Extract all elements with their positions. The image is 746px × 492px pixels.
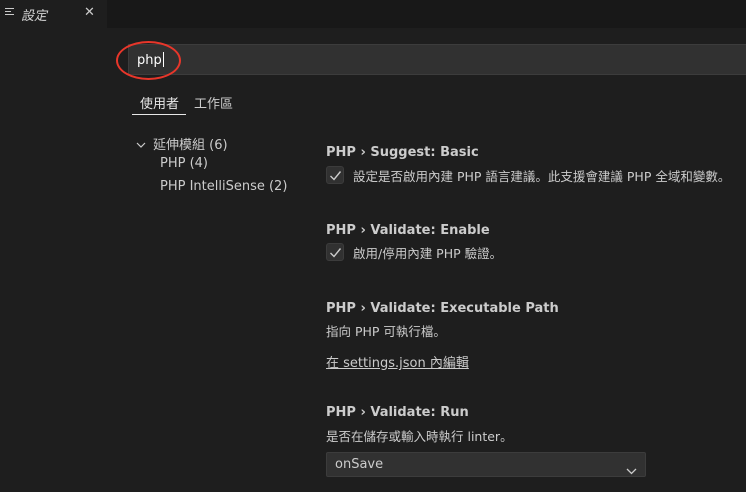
setting-title-executable-path: PHP › Validate: Executable Path xyxy=(326,301,559,316)
settings-tab[interactable]: 設定 ✕ xyxy=(0,0,107,28)
setting-title-validate-enable: PHP › Validate: Enable xyxy=(326,223,490,238)
edit-in-settings-json-link[interactable]: 在 settings.json 內編輯 xyxy=(326,352,469,371)
toc-item-php[interactable]: PHP (4) xyxy=(160,156,208,171)
settings-list-icon xyxy=(5,8,14,18)
setting-description: 啟用/停用內建 PHP 驗證。 xyxy=(353,246,503,261)
toc-item-php-intellisense[interactable]: PHP IntelliSense (2) xyxy=(160,179,287,194)
tab-label: 設定 xyxy=(21,9,48,24)
chevron-down-icon xyxy=(136,141,148,152)
validate-enable-checkbox[interactable] xyxy=(326,243,344,261)
editor-tab-bar: 設定 ✕ xyxy=(0,0,746,28)
toc-group-label: 延伸模組 (6) xyxy=(153,138,228,153)
tab-workspace[interactable]: 工作區 xyxy=(194,93,233,112)
chevron-down-icon xyxy=(626,460,637,479)
toc-group-extensions[interactable]: 延伸模組 (6) xyxy=(136,134,228,153)
checkmark-icon xyxy=(330,248,342,258)
setting-description: 是否在儲存或輸入時執行 linter。 xyxy=(326,429,513,444)
active-tab-indicator xyxy=(132,114,186,115)
setting-title-suggest-basic: PHP › Suggest: Basic xyxy=(326,145,479,160)
validate-run-select[interactable]: onSave xyxy=(326,452,646,477)
suggest-basic-checkbox[interactable] xyxy=(326,166,344,184)
setting-description: 指向 PHP 可執行檔。 xyxy=(326,324,446,339)
close-icon[interactable]: ✕ xyxy=(84,5,95,21)
settings-search-input[interactable]: php xyxy=(128,44,746,75)
setting-description: 設定是否啟用內建 PHP 語言建議。此支援會建議 PHP 全域和變數。 xyxy=(353,169,731,184)
select-value: onSave xyxy=(335,457,384,472)
search-value: php xyxy=(137,52,164,68)
setting-title-validate-run: PHP › Validate: Run xyxy=(326,405,469,420)
checkmark-icon xyxy=(330,171,342,181)
tab-user[interactable]: 使用者 xyxy=(140,93,179,112)
